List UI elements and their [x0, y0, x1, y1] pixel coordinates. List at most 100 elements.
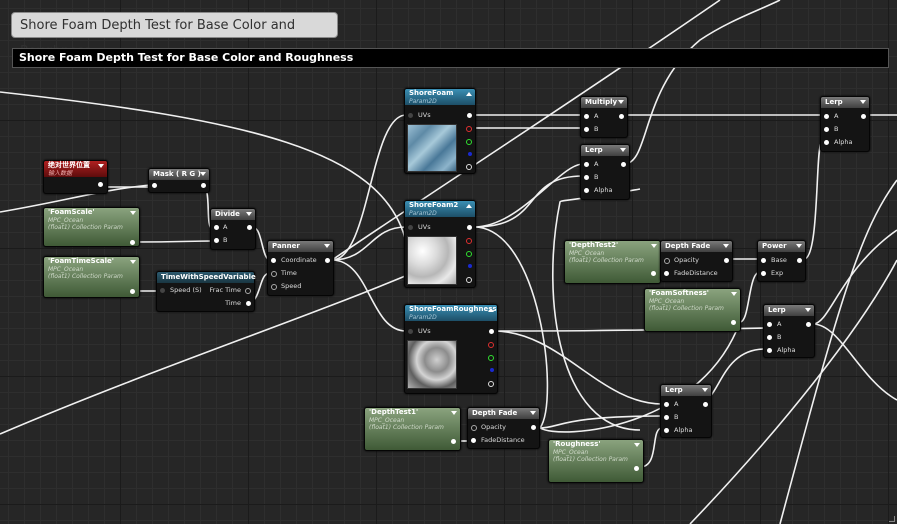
output-pin[interactable] — [98, 182, 103, 187]
input-pin-b[interactable] — [214, 238, 219, 243]
output-pin[interactable] — [861, 114, 866, 119]
input-pin-a[interactable] — [584, 114, 589, 119]
input-pin-uvs[interactable] — [408, 113, 413, 118]
multiply-node[interactable]: Multiply A B — [580, 96, 628, 138]
collapse-arrow-icon[interactable] — [805, 308, 811, 312]
input-pin-b[interactable] — [664, 415, 669, 420]
output-pin-rgb[interactable] — [467, 225, 472, 230]
input-pin-fade-distance[interactable] — [664, 271, 669, 276]
input-pin-time[interactable] — [271, 271, 277, 277]
collapse-arrow-icon[interactable] — [466, 92, 472, 96]
output-pin[interactable] — [130, 240, 135, 245]
input-pin-uvs[interactable] — [408, 225, 413, 230]
output-pin-r[interactable] — [466, 238, 472, 244]
input-pin-uvs[interactable] — [408, 329, 413, 334]
foam-softness-param-node[interactable]: 'FoamSoftness' MPC_Ocean (float1) Collecti… — [644, 288, 741, 332]
shore-foam-roughness-texture-node[interactable]: ShoreFoamRoughness Param2D UVs — [404, 304, 498, 394]
input-pin[interactable] — [152, 183, 157, 188]
depth-test2-param-node[interactable]: 'DepthTest2' MPC_Ocean (float1) Collection… — [564, 240, 661, 284]
input-pin-opacity[interactable] — [664, 258, 670, 264]
input-pin-speed[interactable] — [160, 288, 165, 293]
absolute-world-position-node[interactable]: 绝对世界位置 输入数据 — [43, 160, 108, 194]
input-pin-alpha[interactable] — [824, 140, 829, 145]
input-pin-alpha[interactable] — [584, 188, 589, 193]
input-pin-fade-distance[interactable] — [471, 438, 476, 443]
output-pin[interactable] — [797, 258, 802, 263]
output-pin[interactable] — [806, 322, 811, 327]
shore-foam2-texture-node[interactable]: ShoreFoam2 Param2D UVs — [404, 200, 476, 288]
input-pin-base[interactable] — [761, 258, 766, 263]
output-pin[interactable] — [731, 320, 736, 325]
input-pin-a[interactable] — [824, 114, 829, 119]
input-pin-a[interactable] — [767, 322, 772, 327]
panner-node[interactable]: Panner Coordinate Time Speed — [267, 240, 334, 296]
input-pin-speed[interactable] — [271, 284, 277, 290]
collapse-arrow-icon[interactable] — [634, 443, 640, 447]
collapse-arrow-icon[interactable] — [466, 204, 472, 208]
output-pin-time[interactable] — [246, 301, 251, 306]
time-with-speed-variable-node[interactable]: TimeWithSpeedVariable Speed (S) Frac Tim… — [156, 271, 256, 312]
collapse-arrow-icon[interactable] — [702, 388, 708, 392]
depth-fade-node-2[interactable]: Depth Fade Opacity FadeDistance — [467, 407, 540, 449]
comment-box-title[interactable]: Shore Foam Depth Test for Base Color and… — [12, 48, 889, 68]
input-pin-b[interactable] — [584, 175, 589, 180]
input-pin-a[interactable] — [584, 162, 589, 167]
collapse-arrow-icon[interactable] — [620, 148, 626, 152]
collapse-arrow-icon[interactable] — [530, 411, 536, 415]
collapse-arrow-icon[interactable] — [451, 411, 457, 415]
depth-test1-param-node[interactable]: 'DepthTest1' MPC_Ocean (float1) Collection… — [364, 407, 461, 451]
output-pin[interactable] — [651, 271, 656, 276]
output-pin[interactable] — [451, 439, 456, 444]
input-pin-coordinate[interactable] — [271, 258, 276, 263]
power-node[interactable]: Power Base Exp — [757, 240, 806, 282]
output-pin[interactable] — [325, 258, 330, 263]
output-pin-g[interactable] — [488, 355, 494, 361]
output-pin-rgb[interactable] — [489, 329, 494, 334]
output-pin-a[interactable] — [466, 277, 472, 283]
output-pin-g[interactable] — [466, 139, 472, 145]
collapse-arrow-icon[interactable] — [796, 244, 802, 248]
output-pin[interactable] — [247, 225, 252, 230]
shore-foam-texture-node[interactable]: ShoreFoam Param2D UVs — [404, 88, 476, 174]
output-pin-r[interactable] — [466, 126, 472, 132]
collapse-arrow-icon[interactable] — [200, 172, 206, 176]
resize-corner-icon[interactable] — [889, 516, 895, 522]
roughness-param-node[interactable]: 'Roughness' MPC_Ocean (float1) Collection … — [548, 439, 644, 483]
output-pin[interactable] — [621, 162, 626, 167]
collapse-arrow-icon[interactable] — [723, 244, 729, 248]
input-pin-a[interactable] — [214, 225, 219, 230]
output-pin[interactable] — [703, 402, 708, 407]
input-pin-b[interactable] — [584, 127, 589, 132]
lerp-node-top[interactable]: Lerp A B Alpha — [820, 96, 870, 152]
divide-node[interactable]: Divide A B — [210, 208, 256, 250]
output-pin[interactable] — [201, 183, 206, 188]
lerp-node-mid[interactable]: Lerp A B Alpha — [763, 304, 815, 358]
input-pin-exp[interactable] — [761, 271, 766, 276]
collapse-arrow-icon[interactable] — [488, 308, 494, 312]
collapse-arrow-icon[interactable] — [651, 244, 657, 248]
output-pin-b[interactable] — [490, 368, 494, 372]
material-graph-canvas[interactable]: Shore Foam Depth Test for Base Color and… — [0, 0, 897, 524]
collapse-arrow-icon[interactable] — [130, 260, 136, 264]
output-pin-r[interactable] — [488, 342, 494, 348]
collapse-arrow-icon[interactable] — [731, 292, 737, 296]
output-pin-a[interactable] — [466, 164, 472, 170]
collapse-arrow-icon[interactable] — [324, 244, 330, 248]
output-pin[interactable] — [619, 114, 624, 119]
graph-title-tab[interactable]: Shore Foam Depth Test for Base Color and… — [11, 12, 338, 59]
input-pin-a[interactable] — [664, 402, 669, 407]
output-pin-g[interactable] — [466, 251, 472, 257]
collapse-arrow-icon[interactable] — [246, 212, 252, 216]
output-pin[interactable] — [724, 258, 729, 263]
collapse-arrow-icon[interactable] — [98, 164, 104, 168]
output-pin[interactable] — [130, 289, 135, 294]
collapse-arrow-icon[interactable] — [860, 100, 866, 104]
output-pin[interactable] — [531, 425, 536, 430]
depth-fade-node-1[interactable]: Depth Fade Opacity FadeDistance — [660, 240, 733, 282]
input-pin-opacity[interactable] — [471, 425, 477, 431]
lerp-node-1[interactable]: Lerp A B Alpha — [580, 144, 630, 200]
output-pin-rgb[interactable] — [467, 113, 472, 118]
output-pin-b[interactable] — [468, 152, 472, 156]
output-pin-a[interactable] — [488, 381, 494, 387]
input-pin-alpha[interactable] — [664, 428, 669, 433]
